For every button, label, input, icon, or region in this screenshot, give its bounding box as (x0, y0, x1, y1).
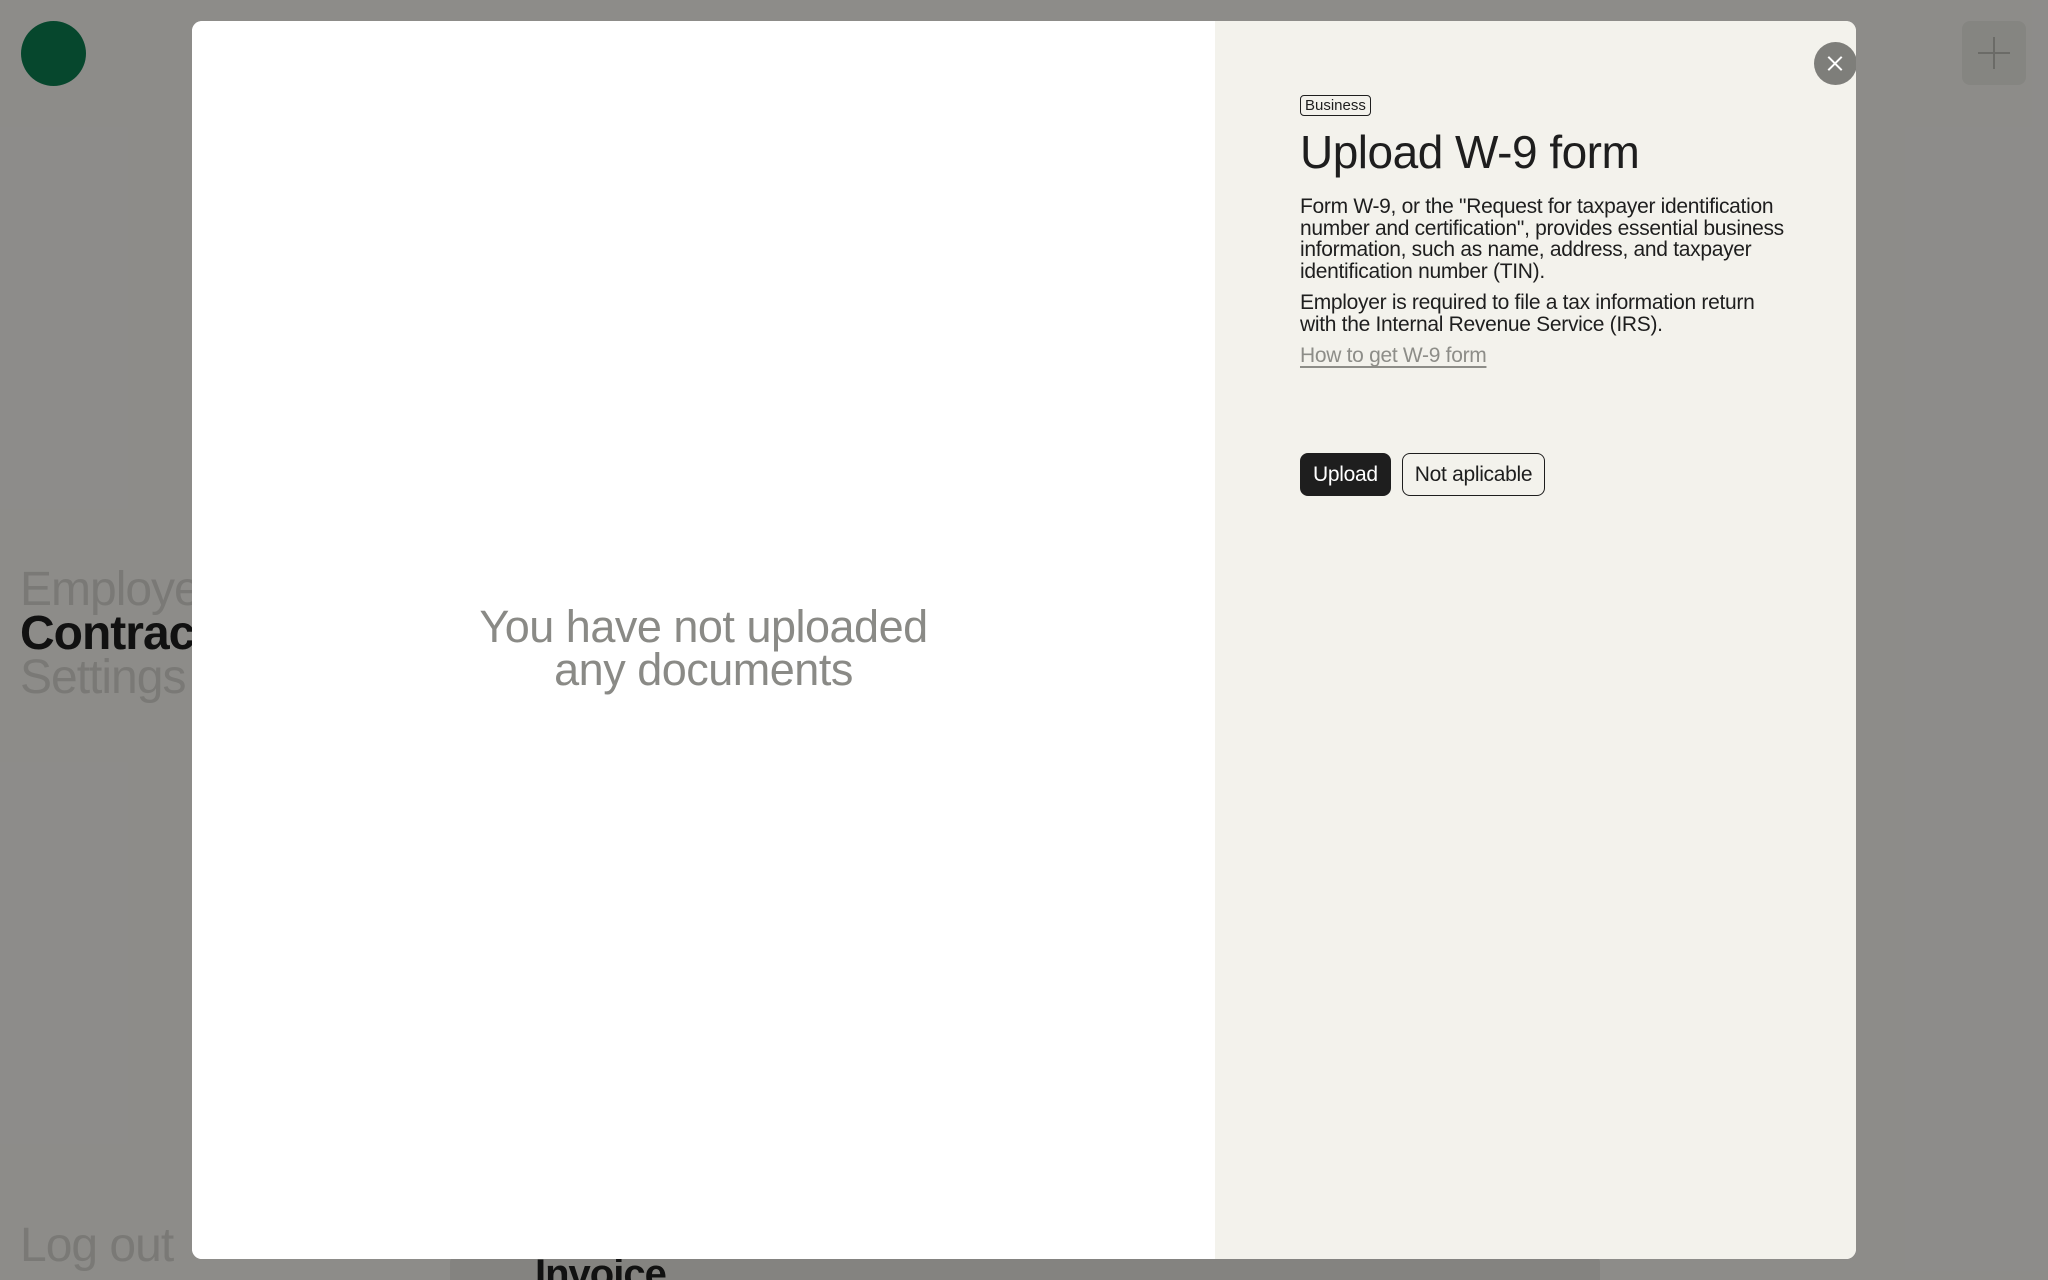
document-preview-pane: You have not uploaded any documents (192, 21, 1215, 1259)
how-to-get-w9-link[interactable]: How to get W-9 form (1300, 345, 1487, 367)
upload-modal: You have not uploaded any documents Busi… (192, 21, 1856, 1259)
upload-button[interactable]: Upload (1300, 453, 1391, 496)
category-badge: Business (1300, 95, 1371, 116)
modal-title: Upload W-9 form (1300, 126, 1640, 178)
close-button[interactable] (1814, 42, 1856, 85)
empty-state-message: You have not uploaded any documents (479, 601, 928, 695)
description-paragraph-irs: Employer is required to file a tax infor… (1300, 291, 1755, 336)
action-buttons: Upload Not aplicable (1300, 453, 1796, 496)
not-applicable-button[interactable]: Not aplicable (1401, 453, 1546, 496)
upload-info-panel: Business Upload W-9 form Form W-9, or th… (1215, 21, 1856, 1259)
description-paragraph: Form W-9, or the "Request for taxpayer i… (1300, 195, 1784, 283)
